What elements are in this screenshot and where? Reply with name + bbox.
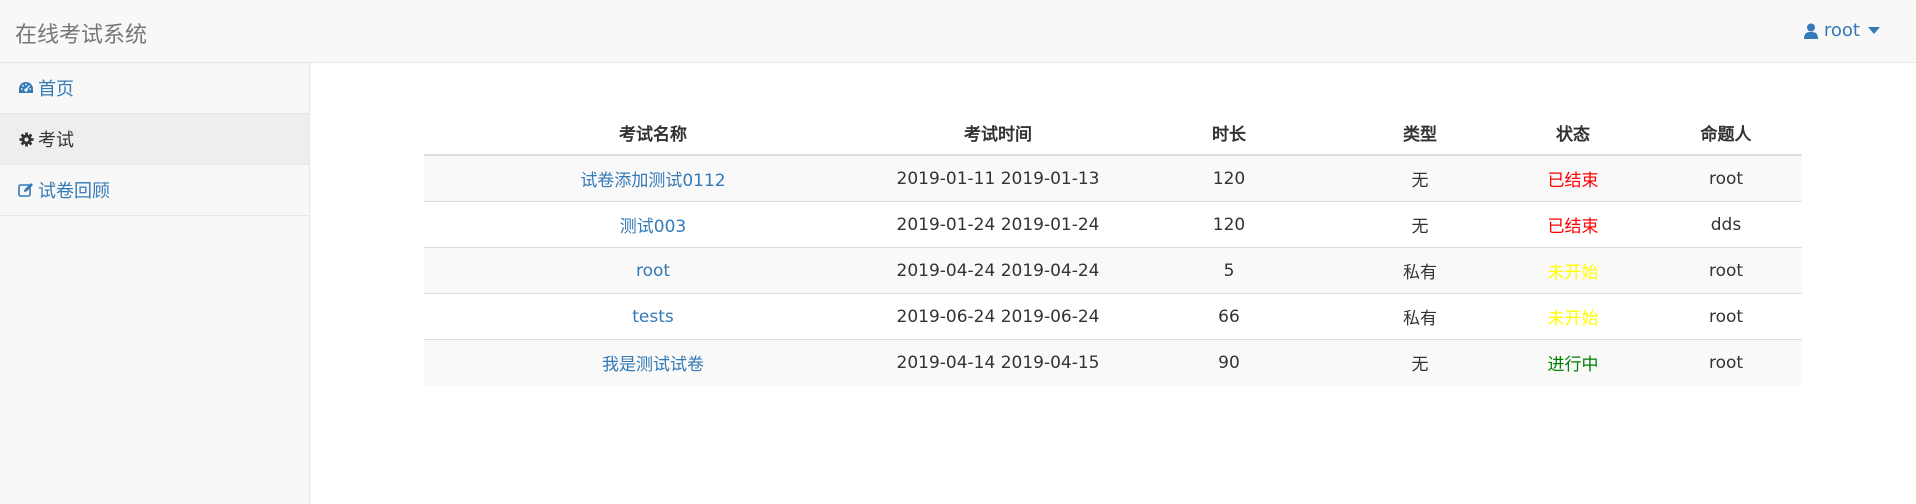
header-author: 命题人 xyxy=(1650,110,1802,156)
type-cell: 无 xyxy=(1344,339,1496,385)
author-cell: root xyxy=(1650,339,1802,385)
exam-name-link[interactable]: 试卷添加测试0112 xyxy=(580,171,725,191)
status-cell: 已结束 xyxy=(1496,201,1650,248)
status-cell: 已结束 xyxy=(1496,154,1650,202)
user-dropdown[interactable]: root xyxy=(1803,20,1880,41)
header-duration: 时长 xyxy=(1114,110,1344,156)
status-cell: 未开始 xyxy=(1496,247,1650,294)
exam-time-cell: 2019-04-14 2019-04-15 xyxy=(882,339,1114,385)
header-exam-name: 考试名称 xyxy=(424,110,882,156)
duration-cell: 120 xyxy=(1114,154,1344,202)
dashboard-icon xyxy=(17,79,35,97)
user-icon xyxy=(1803,23,1818,39)
brand-title[interactable]: 在线考试系统 xyxy=(15,17,147,49)
table-row: root 2019-04-24 2019-04-24 5 私有 未开始 root xyxy=(424,247,1802,294)
user-name: root xyxy=(1823,20,1860,41)
top-navbar: 在线考试系统 root xyxy=(0,0,1916,63)
exam-time-cell: 2019-06-24 2019-06-24 xyxy=(882,293,1114,340)
sidebar-item-exam[interactable]: 考试 xyxy=(0,114,309,165)
sidebar-item-paper-review[interactable]: 试卷回顾 xyxy=(0,165,309,216)
type-cell: 私有 xyxy=(1344,247,1496,294)
caret-down-icon xyxy=(1868,27,1880,34)
exam-time-cell: 2019-04-24 2019-04-24 xyxy=(882,247,1114,294)
author-cell: dds xyxy=(1650,201,1802,248)
exam-time-cell: 2019-01-24 2019-01-24 xyxy=(882,201,1114,248)
duration-cell: 5 xyxy=(1114,247,1344,294)
exam-name-link[interactable]: 测试003 xyxy=(620,217,686,237)
exam-table: 考试名称 考试时间 时长 类型 状态 命题人 试卷添加测试0112 2019-0… xyxy=(424,110,1802,385)
sidebar-item-label: 考试 xyxy=(38,130,74,151)
type-cell: 私有 xyxy=(1344,293,1496,340)
gear-icon xyxy=(17,130,35,148)
table-row: 试卷添加测试0112 2019-01-11 2019-01-13 120 无 已… xyxy=(424,154,1802,202)
duration-cell: 120 xyxy=(1114,201,1344,248)
status-cell: 未开始 xyxy=(1496,293,1650,340)
author-cell: root xyxy=(1650,154,1802,202)
exam-name-link[interactable]: tests xyxy=(632,307,674,327)
main-content: 考试名称 考试时间 时长 类型 状态 命题人 试卷添加测试0112 2019-0… xyxy=(424,110,1802,385)
exam-name-link[interactable]: root xyxy=(636,261,670,281)
exam-time-cell: 2019-01-11 2019-01-13 xyxy=(882,154,1114,202)
sidebar-item-home[interactable]: 首页 xyxy=(0,63,309,114)
header-type: 类型 xyxy=(1344,110,1496,156)
author-cell: root xyxy=(1650,247,1802,294)
duration-cell: 90 xyxy=(1114,339,1344,385)
table-header-row: 考试名称 考试时间 时长 类型 状态 命题人 xyxy=(424,110,1802,156)
status-cell: 进行中 xyxy=(1496,339,1650,385)
table-row: 测试003 2019-01-24 2019-01-24 120 无 已结束 dd… xyxy=(424,201,1802,248)
header-exam-time: 考试时间 xyxy=(882,110,1114,156)
table-row: tests 2019-06-24 2019-06-24 66 私有 未开始 ro… xyxy=(424,293,1802,340)
exam-name-link[interactable]: 我是测试试卷 xyxy=(602,355,704,375)
edit-icon xyxy=(17,181,35,199)
duration-cell: 66 xyxy=(1114,293,1344,340)
type-cell: 无 xyxy=(1344,154,1496,202)
sidebar: 首页 考试 试卷回顾 xyxy=(0,63,310,504)
header-status: 状态 xyxy=(1496,110,1650,156)
table-row: 我是测试试卷 2019-04-14 2019-04-15 90 无 进行中 ro… xyxy=(424,339,1802,385)
type-cell: 无 xyxy=(1344,201,1496,248)
sidebar-item-label: 试卷回顾 xyxy=(38,181,110,202)
sidebar-item-label: 首页 xyxy=(38,79,74,100)
author-cell: root xyxy=(1650,293,1802,340)
